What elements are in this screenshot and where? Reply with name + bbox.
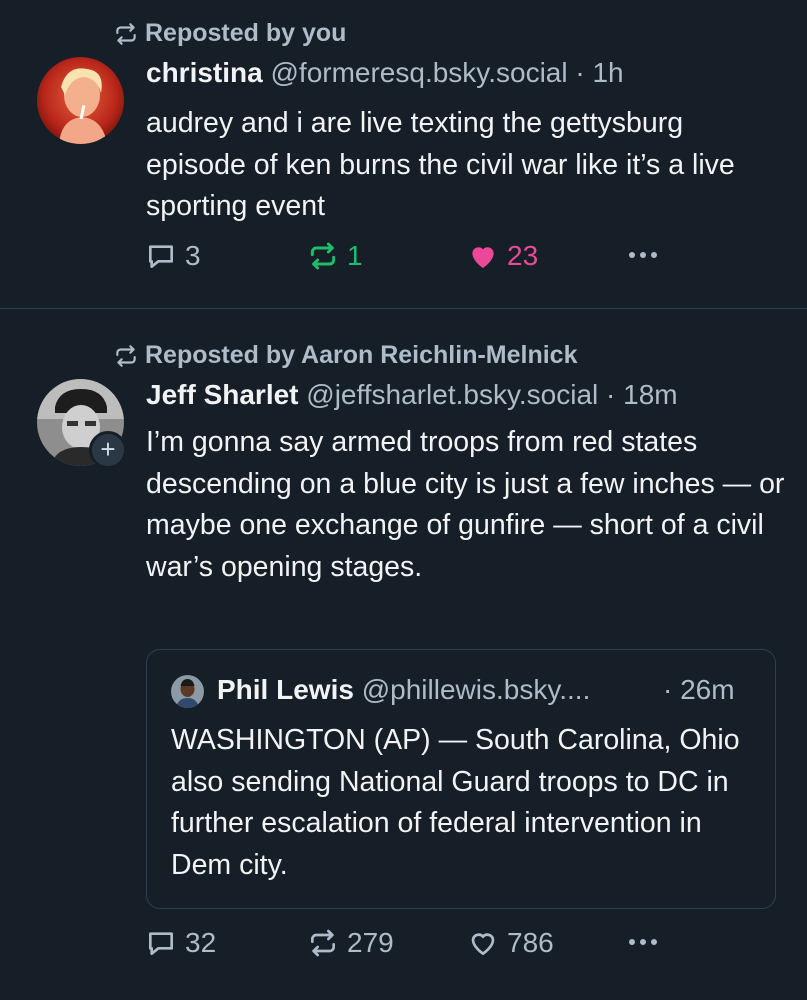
like-count: 23 [507, 240, 539, 271]
quote-text: WASHINGTON (AP) — South Carolina, Ohio a… [171, 724, 740, 881]
repost-icon [311, 929, 335, 957]
reply-button[interactable]: 3 [145, 240, 201, 272]
quote-avatar [171, 675, 204, 708]
author-name[interactable]: Jeff Sharlet [146, 379, 299, 410]
avatar[interactable] [37, 57, 124, 144]
avatar-image [37, 57, 124, 144]
repost-count: 279 [347, 927, 394, 958]
separator: · [606, 379, 616, 410]
author-line: christina @formeresq.bsky.social · 1h [146, 57, 624, 89]
quoted-post[interactable]: Phil Lewis @phillewis.bsky.... · 26m WAS… [146, 649, 776, 909]
repost-icon [116, 344, 136, 367]
avatar-image [171, 675, 204, 708]
feed-post[interactable]: Reposted by you christina @formeresq.bsk… [0, 0, 807, 309]
quote-time: · 26m [663, 674, 735, 705]
reply-icon [149, 245, 173, 268]
post-text: I’m gonna say armed troops from red stat… [146, 426, 785, 583]
repost-context-label: Reposted by Aaron Reichlin-Melnick [145, 341, 578, 369]
follow-button[interactable]: + [89, 431, 127, 469]
repost-context[interactable]: Reposted by Aaron Reichlin-Melnick [113, 341, 577, 370]
like-button[interactable]: 23 [467, 240, 538, 272]
author-handle[interactable]: @jeffsharlet.bsky.social [306, 379, 598, 410]
like-count: 786 [507, 927, 554, 958]
like-button[interactable]: 786 [467, 927, 554, 959]
reply-button[interactable]: 32 [145, 927, 216, 959]
quote-author-handle: @phillewis.bsky.... [361, 674, 591, 705]
repost-button[interactable]: 1 [307, 240, 363, 272]
repost-button[interactable]: 279 [307, 927, 394, 959]
heart-icon [472, 247, 494, 268]
more-options-icon[interactable] [629, 939, 657, 945]
post-actions: 3 1 23 [145, 240, 665, 280]
repost-icon [310, 242, 336, 270]
author-name[interactable]: christina [146, 57, 263, 88]
reply-count: 3 [185, 240, 201, 271]
author-line: Jeff Sharlet @jeffsharlet.bsky.social · … [146, 379, 678, 411]
reply-icon [149, 932, 173, 955]
post-actions: 32 279 786 [145, 927, 665, 967]
feed-post[interactable]: Reposted by Aaron Reichlin-Melnick + Jef… [0, 310, 807, 1000]
post-time[interactable]: 1h [592, 57, 623, 88]
repost-count: 1 [347, 240, 363, 271]
post-text: audrey and i are live texting the gettys… [146, 107, 735, 222]
quote-author-line: Phil Lewis @phillewis.bsky.... [217, 674, 590, 706]
quote-author-name: Phil Lewis [217, 674, 354, 705]
separator: · [575, 57, 585, 88]
repost-context[interactable]: Reposted by you [113, 19, 346, 48]
post-time[interactable]: 18m [623, 379, 677, 410]
heart-icon [471, 933, 495, 956]
repost-icon [116, 22, 136, 45]
more-options-icon[interactable] [629, 252, 657, 258]
reply-count: 32 [185, 927, 217, 958]
author-handle[interactable]: @formeresq.bsky.social [270, 57, 567, 88]
plus-icon: + [100, 434, 116, 464]
repost-context-label: Reposted by you [145, 19, 347, 47]
